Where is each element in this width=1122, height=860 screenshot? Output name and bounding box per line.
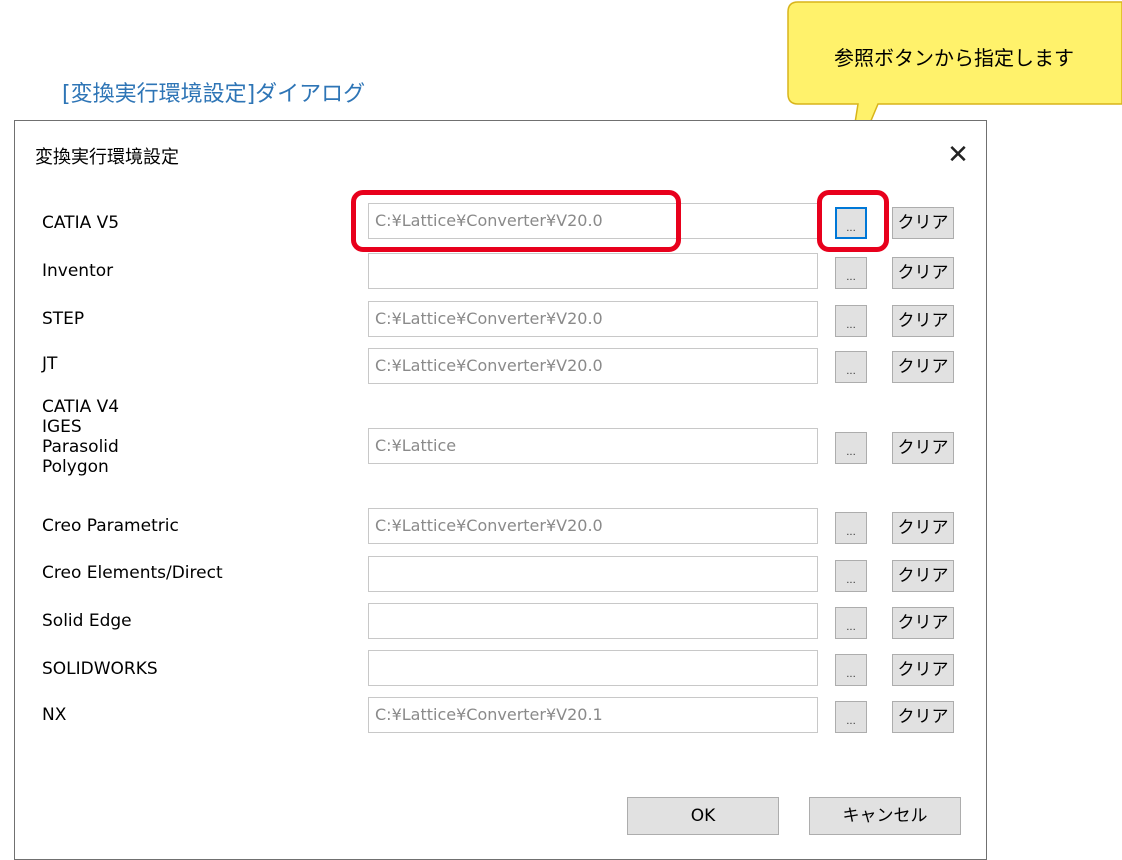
browse-button-creo-elements-direct[interactable]: ... xyxy=(835,560,867,592)
callout-text: 参照ボタンから指定します xyxy=(834,46,1074,70)
cancel-button[interactable]: キャンセル xyxy=(809,797,961,835)
path-field-step[interactable]: C:¥Lattice¥Converter¥V20.0 xyxy=(368,301,818,337)
row-label-jt: JT xyxy=(42,354,58,374)
clear-button-step[interactable]: クリア xyxy=(892,305,954,337)
clear-button-creo-elements-direct[interactable]: クリア xyxy=(892,560,954,592)
row-label-catia-v5: CATIA V5 xyxy=(42,213,120,233)
ok-button[interactable]: OK xyxy=(627,797,779,835)
browse-button-solidworks[interactable]: ... xyxy=(835,654,867,686)
browse-button-inventor[interactable]: ... xyxy=(835,257,867,289)
clear-button-nx[interactable]: クリア xyxy=(892,701,954,733)
clear-button-solid-edge[interactable]: クリア xyxy=(892,607,954,639)
path-field-catia-v5[interactable]: C:¥Lattice¥Converter¥V20.0 xyxy=(368,203,818,239)
clear-button-catia-v4-group[interactable]: クリア xyxy=(892,432,954,464)
browse-button-catia-v4-group[interactable]: ... xyxy=(835,432,867,464)
clear-button-jt[interactable]: クリア xyxy=(892,351,954,383)
browse-button-step[interactable]: ... xyxy=(835,305,867,337)
dialog-window: 変換実行環境設定 ✕ CATIA V5 C:¥Lattice¥Converter… xyxy=(14,120,987,860)
dialog-caption: [変換実行環境設定]ダイアログ xyxy=(62,82,366,107)
browse-button-solid-edge[interactable]: ... xyxy=(835,607,867,639)
dialog-title: 変換実行環境設定 xyxy=(35,147,179,168)
row-label-solidworks: SOLIDWORKS xyxy=(42,659,158,679)
browse-button-creo-parametric[interactable]: ... xyxy=(835,512,867,544)
path-field-creo-parametric[interactable]: C:¥Lattice¥Converter¥V20.0 xyxy=(368,508,818,544)
clear-button-catia-v5[interactable]: クリア xyxy=(892,207,954,239)
row-label-solid-edge: Solid Edge xyxy=(42,611,132,631)
path-field-catia-v4-group[interactable]: C:¥Lattice xyxy=(368,428,818,464)
browse-button-catia-v5[interactable]: ... xyxy=(835,207,867,239)
row-label-inventor: Inventor xyxy=(42,261,114,281)
path-field-inventor[interactable] xyxy=(368,253,818,289)
clear-button-creo-parametric[interactable]: クリア xyxy=(892,512,954,544)
path-field-creo-elements-direct[interactable] xyxy=(368,556,818,592)
path-field-jt[interactable]: C:¥Lattice¥Converter¥V20.0 xyxy=(368,348,818,384)
row-label-creo-elements-direct: Creo Elements/Direct xyxy=(42,563,223,583)
row-label-step: STEP xyxy=(42,309,85,329)
row-label-nx: NX xyxy=(42,705,67,725)
path-field-solidworks[interactable] xyxy=(368,650,818,686)
clear-button-solidworks[interactable]: クリア xyxy=(892,654,954,686)
browse-button-jt[interactable]: ... xyxy=(835,351,867,383)
row-label-creo-parametric: Creo Parametric xyxy=(42,516,179,536)
row-label-catia-v4-group: CATIA V4 IGES Parasolid Polygon xyxy=(42,397,120,477)
clear-button-inventor[interactable]: クリア xyxy=(892,257,954,289)
path-field-nx[interactable]: C:¥Lattice¥Converter¥V20.1 xyxy=(368,697,818,733)
close-icon[interactable]: ✕ xyxy=(943,141,973,171)
path-field-solid-edge[interactable] xyxy=(368,603,818,639)
browse-button-nx[interactable]: ... xyxy=(835,701,867,733)
